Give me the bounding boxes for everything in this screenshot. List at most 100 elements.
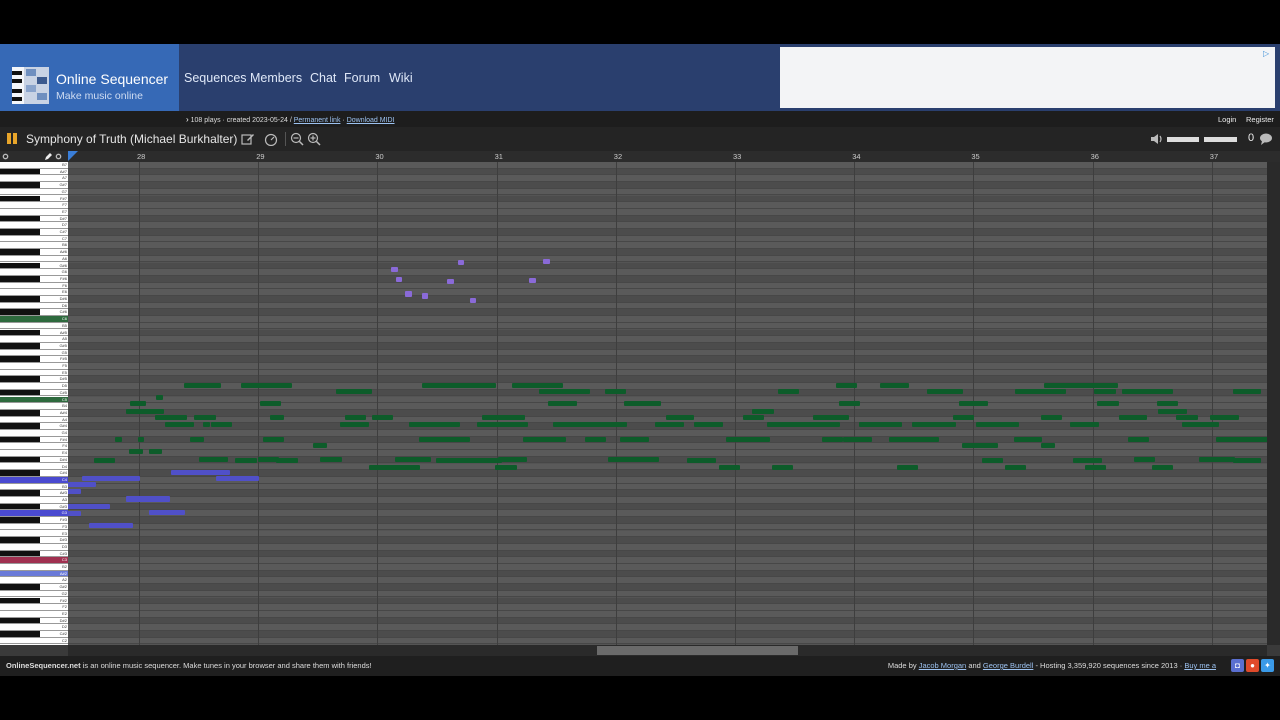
piano-key[interactable]: G6	[0, 269, 68, 276]
note-green[interactable]	[369, 464, 421, 471]
note-green[interactable]	[1158, 408, 1187, 414]
note-blue[interactable]	[215, 475, 260, 481]
pencil-tool-icon[interactable]	[44, 152, 53, 161]
ad-info-icon[interactable]: ▷	[1263, 49, 1272, 58]
piano-key[interactable]: F#4	[0, 436, 68, 444]
piano-key[interactable]: A3	[0, 497, 68, 504]
note-green[interactable]	[607, 456, 659, 463]
piano-key[interactable]: D#7	[0, 215, 68, 223]
piano-key[interactable]: D#3	[0, 537, 68, 544]
note-green[interactable]	[654, 422, 684, 428]
note-green[interactable]	[344, 414, 367, 420]
note-green[interactable]	[1121, 389, 1173, 395]
piano-key[interactable]: B6	[0, 242, 68, 250]
piano-key[interactable]: C4	[0, 476, 68, 484]
note-green[interactable]	[203, 422, 210, 428]
chevron-right-icon[interactable]: ›	[186, 115, 189, 124]
note-green[interactable]	[1127, 436, 1150, 442]
note-green[interactable]	[481, 414, 526, 420]
note-green[interactable]	[752, 408, 774, 414]
note-purple[interactable]	[391, 266, 398, 272]
zoom-out-icon[interactable]	[290, 132, 304, 146]
note-green[interactable]	[858, 422, 903, 428]
note-purple[interactable]	[395, 277, 403, 283]
piano-key[interactable]: C3	[0, 557, 68, 564]
note-green[interactable]	[130, 401, 146, 407]
note-green[interactable]	[665, 414, 695, 420]
piano-key[interactable]: A#6	[0, 249, 68, 256]
note-green[interactable]	[584, 436, 607, 442]
piano-key[interactable]: C7	[0, 235, 68, 243]
horizontal-scrollbar[interactable]	[68, 645, 1267, 656]
horizontal-scrollbar-thumb[interactable]	[597, 646, 798, 655]
note-green[interactable]	[835, 383, 858, 389]
note-green[interactable]	[838, 401, 861, 407]
piano-key[interactable]: A6	[0, 255, 68, 263]
note-green[interactable]	[822, 436, 844, 442]
vertical-scrollbar[interactable]	[1267, 162, 1280, 645]
note-green[interactable]	[952, 414, 975, 420]
buy-me-link[interactable]: Buy me a	[1184, 661, 1216, 670]
piano-key[interactable]: A#2	[0, 570, 68, 578]
piano-key[interactable]: A#7	[0, 168, 68, 176]
piano-key[interactable]: E6	[0, 289, 68, 296]
note-blue[interactable]	[126, 496, 171, 502]
note-green[interactable]	[235, 457, 257, 463]
speed-gauge-icon[interactable]	[264, 132, 278, 146]
register-link[interactable]: Register	[1246, 115, 1274, 124]
note-green[interactable]	[686, 457, 716, 463]
note-green[interactable]	[148, 448, 163, 454]
nav-sequences[interactable]: Sequences	[184, 71, 247, 85]
note-green[interactable]	[262, 436, 284, 442]
note-green[interactable]	[1069, 422, 1099, 428]
piano-key[interactable]: F#3	[0, 517, 68, 524]
twitter-icon[interactable]: ✦	[1261, 659, 1274, 672]
note-green[interactable]	[1085, 464, 1107, 471]
piano-key[interactable]: F#2	[0, 597, 68, 605]
note-green[interactable]	[276, 457, 298, 463]
note-purple[interactable]	[405, 291, 412, 297]
piano-key[interactable]: C2	[0, 637, 68, 645]
piano-key[interactable]: B5	[0, 322, 68, 330]
note-green[interactable]	[624, 401, 661, 407]
piano-key[interactable]: C6	[0, 316, 68, 323]
note-green[interactable]	[917, 436, 940, 442]
piano-key[interactable]: C5	[0, 396, 68, 404]
note-green[interactable]	[743, 414, 765, 420]
note-green[interactable]	[93, 457, 116, 463]
piano-key[interactable]: A#4	[0, 409, 68, 417]
note-green[interactable]	[511, 383, 564, 389]
piano-key[interactable]: G2	[0, 590, 68, 598]
note-green[interactable]	[879, 383, 909, 389]
note-green[interactable]	[718, 464, 741, 471]
login-link[interactable]: Login	[1218, 115, 1236, 124]
piano-key[interactable]: G4	[0, 430, 68, 437]
piano-key[interactable]: G#6	[0, 262, 68, 270]
note-green[interactable]	[259, 401, 281, 407]
note-purple[interactable]	[457, 259, 465, 266]
note-green[interactable]	[183, 383, 222, 389]
note-green[interactable]	[128, 448, 143, 454]
note-green[interactable]	[1097, 401, 1119, 407]
note-blue[interactable]	[68, 489, 81, 495]
note-green[interactable]	[1004, 464, 1026, 471]
piano-key[interactable]: C#2	[0, 631, 68, 638]
note-green[interactable]	[156, 395, 163, 401]
piano-key[interactable]: F2	[0, 604, 68, 611]
piano-key[interactable]: F#7	[0, 195, 68, 203]
note-purple[interactable]	[447, 278, 454, 284]
note-green[interactable]	[813, 414, 850, 420]
note-green[interactable]	[115, 436, 122, 442]
piano-key[interactable]: E4	[0, 450, 68, 457]
note-green[interactable]	[846, 436, 868, 442]
piano-key[interactable]: B3	[0, 483, 68, 491]
note-green[interactable]	[320, 456, 342, 463]
note-green[interactable]	[548, 401, 578, 407]
piano-key[interactable]: C#3	[0, 550, 68, 558]
note-green[interactable]	[1209, 414, 1239, 420]
note-purple[interactable]	[421, 293, 429, 299]
note-green[interactable]	[241, 383, 293, 389]
piano-key[interactable]: C#6	[0, 309, 68, 317]
note-green[interactable]	[435, 457, 502, 463]
note-blue[interactable]	[68, 511, 81, 517]
